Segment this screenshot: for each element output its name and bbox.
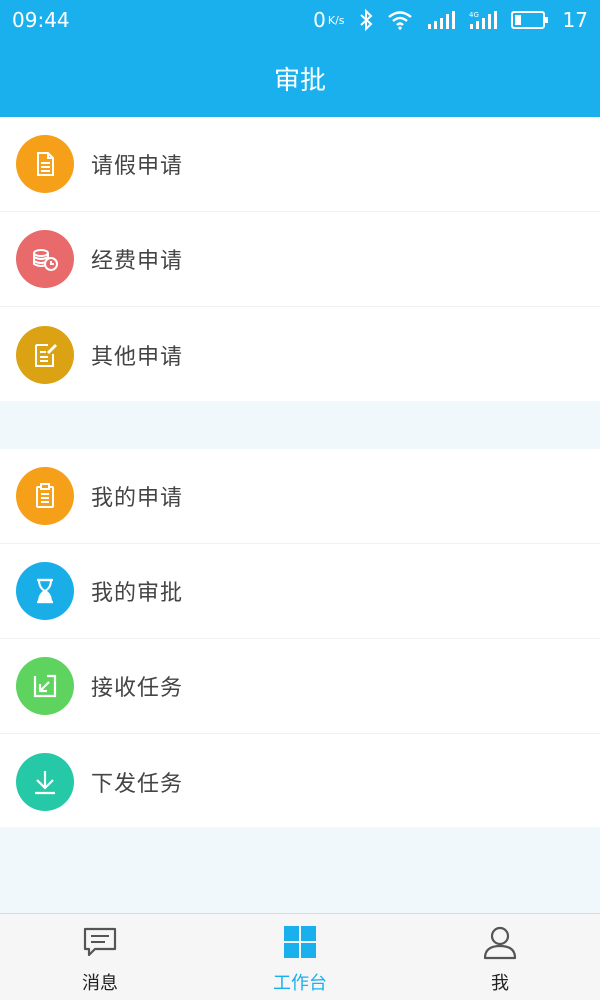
edit-note-icon [16,325,74,384]
network-speed-value: 0 [313,8,326,32]
menu-item-label: 经费申请 [91,249,184,274]
menu-item-label: 我的审批 [91,581,184,606]
menu-item-leave-request[interactable]: 请假申请 [0,117,600,212]
status-time: 09:44 [12,8,70,32]
title-bar: 审批 [0,40,600,117]
hourglass-icon [16,562,74,620]
menu-item-label: 接收任务 [91,676,184,701]
message-icon [82,924,118,964]
menu-item-my-requests[interactable]: 我的申请 [0,449,600,544]
wifi-icon [387,10,413,30]
menu-item-label: 请假申请 [91,154,184,179]
document-icon [16,135,74,193]
apply-group: 请假申请 经费申请 其他申请 [0,117,600,401]
menu-item-other-request[interactable]: 其他申请 [0,307,600,402]
menu-item-issue-tasks[interactable]: 下发任务 [0,734,600,829]
signal-4g-icon: 4G [469,10,497,30]
grid-icon [282,924,318,964]
menu-item-expense-request[interactable]: 经费申请 [0,212,600,307]
menu-item-label: 我的申请 [91,486,184,511]
menu-item-my-approvals[interactable]: 我的审批 [0,544,600,639]
signal-icon [427,10,455,30]
status-bar: 09:44 0 K/s 4G 17 [0,0,600,40]
tab-me[interactable]: 我 [400,914,600,1000]
user-icon [482,924,518,964]
menu-item-receive-tasks[interactable]: 接收任务 [0,639,600,734]
download-icon [16,752,74,811]
tab-label: 我 [491,973,509,994]
bluetooth-icon [359,9,373,31]
bottom-tab-bar: 消息 工作台 我 [0,913,600,1000]
clipboard-icon [16,467,74,525]
coins-clock-icon [16,230,74,288]
svg-text:4G: 4G [469,11,479,19]
network-speed-unit: K/s [327,13,345,27]
tab-label: 消息 [82,973,118,994]
battery-level: 17 [562,8,588,32]
tab-messages[interactable]: 消息 [0,914,200,1000]
status-icons: 0 K/s 4G 17 [313,8,588,32]
network-speed: 0 K/s [313,8,344,32]
receive-arrow-icon [16,657,74,715]
page-title: 审批 [273,66,326,96]
tab-label: 工作台 [273,973,327,994]
menu-item-label: 其他申请 [91,344,184,370]
battery-icon [510,11,549,29]
menu-item-label: 下发任务 [91,771,184,797]
tab-workbench[interactable]: 工作台 [200,914,400,1000]
task-group: 我的申请 我的审批 接收任务 下发任务 [0,449,600,827]
